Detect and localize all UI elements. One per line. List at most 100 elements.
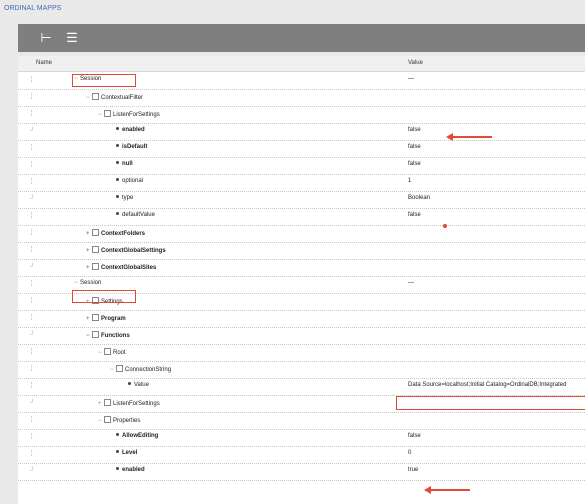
tree-row[interactable]: ┘ + ContextGlobalSites: [18, 259, 585, 277]
arrow-enabled-bottom-line: [430, 489, 470, 491]
row-value[interactable]: —: [408, 76, 414, 82]
list-view-icon[interactable]: ☰: [64, 30, 80, 46]
tree-row[interactable]: ╎ optional 1: [18, 174, 585, 192]
node-icon: [92, 246, 99, 253]
row-name: + ContextFolders: [86, 229, 145, 237]
tree-row[interactable]: ┘ enabled true: [18, 463, 585, 481]
tree-row[interactable]: ╎ isDefault false: [18, 140, 585, 158]
tree-row[interactable]: ╎ null false: [18, 157, 585, 175]
row-label: Program: [101, 316, 126, 322]
row-name: optional: [110, 178, 143, 184]
row-value[interactable]: false: [408, 161, 421, 167]
row-value[interactable]: false: [408, 212, 421, 218]
marker-dot: [443, 224, 447, 228]
row-value[interactable]: true: [408, 467, 418, 473]
row-value[interactable]: 0: [408, 450, 411, 456]
row-name: + ListenForSettings: [98, 399, 160, 407]
tree-row[interactable]: ┘ type Boolean: [18, 191, 585, 209]
row-gutter-mark: ╎: [30, 247, 34, 253]
row-label: ContextGlobalSettings: [101, 248, 166, 254]
tree-row[interactable]: ┘ enabled false: [18, 123, 585, 141]
row-gutter-mark: ┘: [30, 400, 35, 406]
property-icon: [116, 144, 119, 147]
row-label: ContextFolders: [101, 231, 146, 237]
row-label: Functions: [101, 333, 130, 339]
row-name: type: [110, 195, 133, 201]
row-gutter-mark: ┘: [30, 128, 35, 134]
row-name: null: [110, 161, 133, 167]
property-icon: [128, 382, 131, 385]
row-name: enabled: [110, 467, 145, 473]
row-name: Value: [122, 382, 149, 388]
row-value[interactable]: false: [408, 144, 421, 150]
row-gutter-mark: ╎: [30, 230, 34, 236]
column-header-name[interactable]: Name: [36, 60, 52, 66]
node-icon: [104, 416, 111, 423]
tree-row[interactable]: ╎ − ListenForSettings: [18, 106, 585, 124]
app-title: ORDINAL MAPPS: [4, 5, 62, 12]
row-gutter-mark: ╎: [30, 77, 34, 83]
arrow-enabled-line: [452, 136, 492, 138]
tree-row[interactable]: ╎ AllowEditing false: [18, 429, 585, 447]
tree-row[interactable]: ╎ + ContextFolders: [18, 225, 585, 243]
row-label: Properties: [113, 418, 141, 424]
property-icon: [116, 127, 119, 130]
tree-row[interactable]: ╎ defaultValue false: [18, 208, 585, 226]
tree-row[interactable]: ╎ − ConnectionString: [18, 361, 585, 379]
highlight-box-session-2: [72, 290, 136, 303]
row-gutter-mark: ╎: [30, 94, 34, 100]
toolbar: ⊢ ☰: [18, 24, 585, 52]
tree-row[interactable]: ╎ − ContextualFilter: [18, 89, 585, 107]
row-gutter-mark: ╎: [30, 145, 34, 151]
tree-row[interactable]: ╎ + Program: [18, 310, 585, 328]
row-gutter-mark: ┘: [30, 332, 35, 338]
row-gutter-mark: ╎: [30, 162, 34, 168]
row-label: ListenForSettings: [113, 112, 160, 118]
row-value[interactable]: Data Source=localhost;Initial Catalog=Or…: [408, 382, 566, 388]
node-icon: [92, 229, 99, 236]
row-label: type: [122, 195, 134, 201]
column-header-value[interactable]: Value: [408, 60, 423, 66]
settings-tree: Name Value ╎ − Session — ╎ − ContextualFilter ╎…: [18, 56, 585, 504]
node-icon: [116, 365, 123, 372]
row-gutter-mark: ╎: [30, 366, 34, 372]
tree-row[interactable]: ╎ + ContextGlobalSettings: [18, 242, 585, 260]
tree-row[interactable]: ╎ − Properties: [18, 412, 585, 430]
row-value[interactable]: —: [408, 280, 414, 286]
tree-row[interactable]: ╎ Value Data Source=localhost;Initial Cata…: [18, 378, 585, 396]
row-value[interactable]: false: [408, 433, 421, 439]
row-label: Level: [122, 450, 138, 456]
row-name: − ConnectionString: [110, 365, 171, 373]
tree-view-icon[interactable]: ⊢: [38, 30, 54, 46]
row-name: Level: [110, 450, 137, 456]
row-label: defaultValue: [122, 212, 155, 218]
property-icon: [116, 467, 119, 470]
node-icon: [92, 314, 99, 321]
row-gutter-mark: ┘: [30, 264, 35, 270]
tree-row[interactable]: ╎ − Root: [18, 344, 585, 362]
property-icon: [116, 178, 119, 181]
row-name: + ContextGlobalSettings: [86, 246, 166, 254]
node-icon: [104, 348, 111, 355]
node-icon: [92, 331, 99, 338]
row-name: − Functions: [86, 331, 130, 339]
row-value[interactable]: false: [408, 127, 421, 133]
row-gutter-mark: ╎: [30, 315, 34, 321]
node-icon: [104, 110, 111, 117]
property-icon: [116, 450, 119, 453]
row-gutter-mark: ╎: [30, 213, 34, 219]
row-gutter-mark: ╎: [30, 434, 34, 440]
list-view-glyph: ☰: [66, 30, 78, 45]
tree-row[interactable]: ╎ Level 0: [18, 446, 585, 464]
row-value[interactable]: 1: [408, 178, 411, 184]
row-gutter-mark: ┘: [30, 196, 35, 202]
tree-row[interactable]: ┘ − Functions: [18, 327, 585, 345]
row-name: isDefault: [110, 144, 147, 150]
property-icon: [116, 212, 119, 215]
row-value[interactable]: Boolean: [408, 195, 430, 201]
row-label: ContextualFilter: [101, 95, 144, 101]
row-gutter-mark: ╎: [30, 451, 34, 457]
row-name: + Program: [86, 314, 126, 322]
row-name: − Root: [98, 348, 126, 356]
row-label: enabled: [122, 467, 145, 473]
